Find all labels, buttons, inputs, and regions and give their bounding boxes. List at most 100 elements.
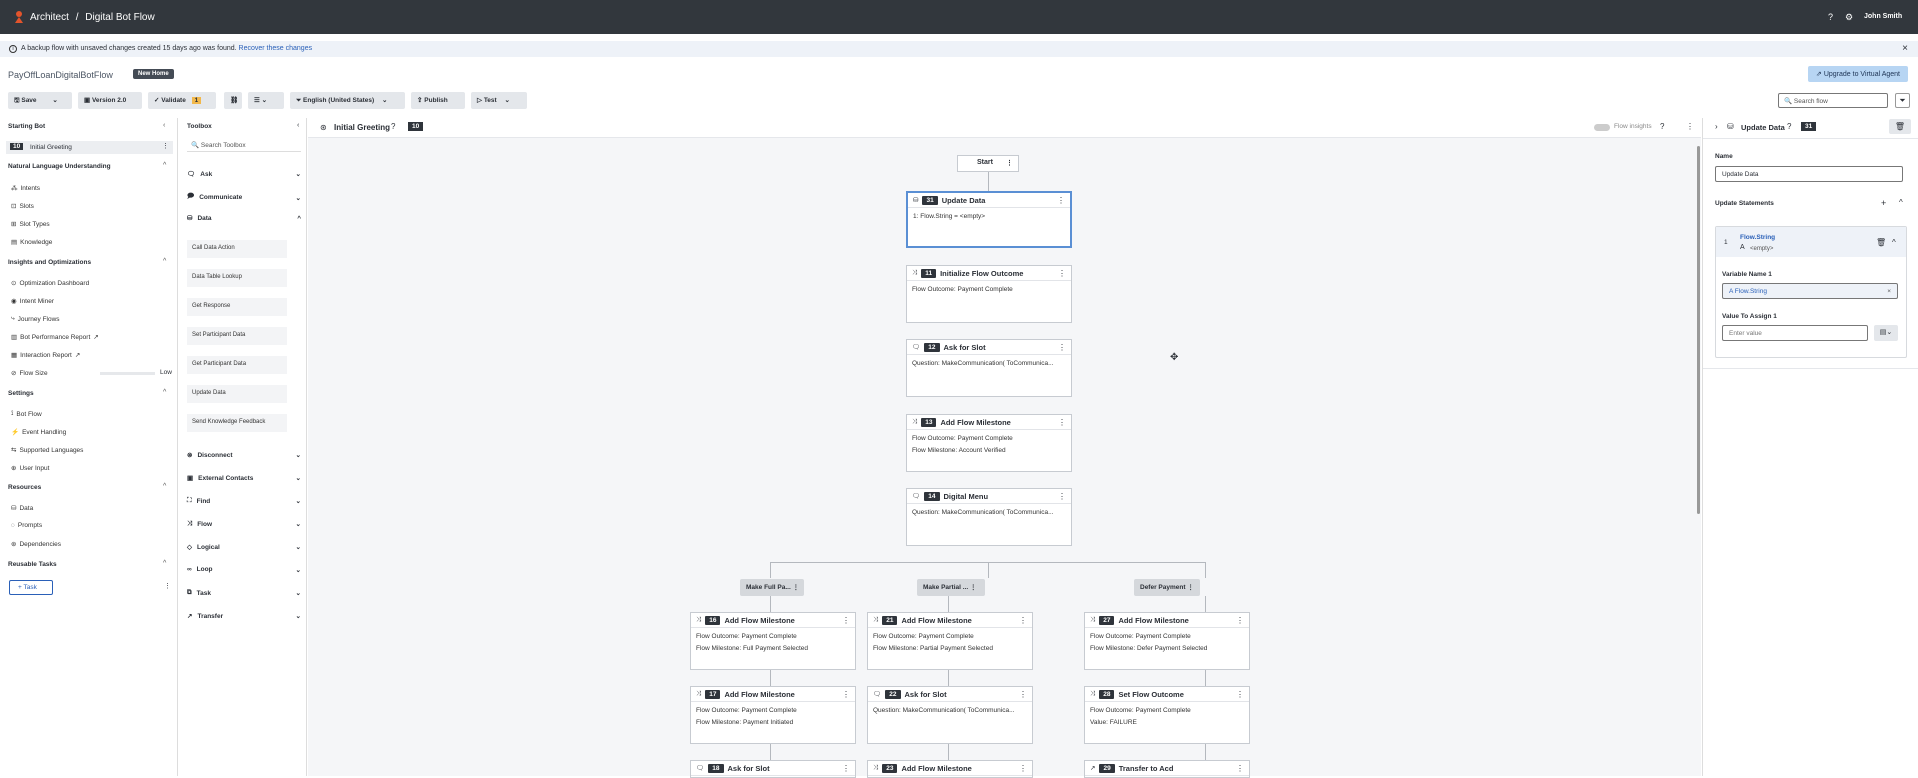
toolbox-cat-logical[interactable]: ◇ Logical ⌄: [187, 543, 301, 552]
save-button[interactable]: 🖫 Save ⌄: [8, 92, 72, 109]
flow-node-update-data[interactable]: ⛁ 31 Update Data ⋮ 1: Flow.String = <empty>: [906, 191, 1072, 248]
delete-icon[interactable]: 🗑: [1889, 119, 1911, 134]
starting-bot-item[interactable]: 10 Initial Greeting ⋮: [6, 141, 173, 154]
more-icon[interactable]: ⋮: [842, 764, 850, 773]
flow-node-ask-for-slot[interactable]: 🗨 22 Ask for Slot ⋮ Question: MakeCommunica…: [867, 686, 1033, 744]
toolbox-cat-data[interactable]: ⛁ Data ^: [187, 214, 301, 223]
help-icon[interactable]: ?: [1828, 12, 1833, 22]
nav-data[interactable]: ⛁ Data: [11, 504, 33, 513]
toolbox-cat-external-contacts[interactable]: ▣ External Contacts ⌄: [187, 474, 301, 483]
toolbox-cat-transfer[interactable]: ↗ Transfer ⌄: [187, 612, 301, 621]
start-node[interactable]: Start ⋮: [957, 155, 1019, 172]
nav-journey-flows[interactable]: ⤷ Journey Flows: [11, 315, 60, 323]
more-icon[interactable]: ⋮: [1058, 269, 1066, 278]
add-task-button[interactable]: + Task: [9, 580, 53, 595]
close-icon[interactable]: ×: [1902, 43, 1908, 54]
more-icon[interactable]: ⋮: [1236, 616, 1244, 625]
more-icon[interactable]: ⋮: [164, 582, 171, 590]
toolbox-cat-ask[interactable]: 🗨 Ask ⌄: [187, 170, 301, 179]
flow-node-transfer-to-acd[interactable]: ↗ 29 Transfer to Acd ⋮: [1084, 760, 1250, 778]
more-icon[interactable]: ⋮: [1058, 418, 1066, 427]
toolbox-cat-find[interactable]: ⛶ Find ⌄: [187, 497, 301, 505]
help-icon[interactable]: ?: [1660, 122, 1664, 131]
flow-node-add-flow-milestone[interactable]: ⤨ 17 Add Flow Milestone ⋮ Flow Outcome: Pay…: [690, 686, 856, 744]
nav-intents[interactable]: ⁂ Intents: [11, 184, 40, 193]
nav-user-input[interactable]: ⊕ User Input: [11, 464, 49, 473]
toolbox-cat-disconnect[interactable]: ⊗ Disconnect ⌄: [187, 451, 301, 460]
more-icon[interactable]: ⋮: [1058, 492, 1066, 501]
chevron-up-icon[interactable]: ^: [163, 162, 166, 169]
help-icon[interactable]: ?: [391, 122, 395, 131]
chevron-up-icon[interactable]: ^: [163, 560, 166, 567]
more-icon[interactable]: ⋮: [162, 142, 169, 150]
add-icon[interactable]: +: [1881, 198, 1886, 208]
collapse-icon[interactable]: ‹: [297, 122, 299, 129]
nav-optimization-dashboard[interactable]: ⊙ Optimization Dashboard: [11, 279, 89, 288]
more-icon[interactable]: ⋮: [1019, 690, 1027, 699]
toolbox-item-get-response[interactable]: Get Response: [187, 298, 287, 316]
collapse-icon[interactable]: ‹: [163, 122, 165, 129]
flow-node-add-flow-milestone[interactable]: ⤨ 23 Add Flow Milestone ⋮: [867, 760, 1033, 778]
nav-dependencies[interactable]: ⊛ Dependencies: [11, 540, 61, 549]
flow-node-add-flow-milestone[interactable]: ⤨ 16 Add Flow Milestone ⋮ Flow Outcome: Pay…: [690, 612, 856, 670]
filter-icon[interactable]: ⏷: [1895, 93, 1910, 108]
more-icon[interactable]: ⋮: [1236, 764, 1244, 773]
toolbox-cat-communicate[interactable]: 🗩 Communicate ⌄: [187, 192, 301, 203]
more-icon[interactable]: ⋮: [842, 616, 850, 625]
nav-slot-types[interactable]: ⊞ Slot Types: [11, 220, 50, 229]
flow-insights-toggle[interactable]: [1594, 124, 1610, 131]
chevron-up-icon[interactable]: ^: [1899, 198, 1903, 207]
publish-button[interactable]: ⇪ Publish: [411, 92, 465, 109]
test-button[interactable]: ▷ Test ⌄: [471, 92, 527, 109]
validate-button[interactable]: ✓ Validate 1: [148, 92, 216, 109]
toolbox-cat-loop[interactable]: ∞ Loop ⌄: [187, 566, 301, 574]
value-input[interactable]: Enter value: [1722, 325, 1868, 341]
flow-node-add-flow-milestone[interactable]: ⤨ 27 Add Flow Milestone ⋮ Flow Outcome: Pay…: [1084, 612, 1250, 670]
nav-slots[interactable]: ⊡ Slots: [11, 202, 34, 211]
toolbox-item-send-knowledge-feedback[interactable]: Send Knowledge Feedback: [187, 414, 287, 432]
more-icon[interactable]: ⋮: [1057, 196, 1065, 205]
flow-node-ask-for-slot[interactable]: 🗨 12 Ask for Slot ⋮ Question: MakeCommunica…: [906, 339, 1072, 397]
new-home-badge[interactable]: New Home: [133, 69, 174, 79]
help-icon[interactable]: ?: [1787, 122, 1791, 131]
nav-knowledge[interactable]: ▤ Knowledge: [11, 238, 52, 247]
recover-link[interactable]: Recover these changes: [239, 45, 313, 52]
more-icon[interactable]: ⋮: [1019, 764, 1027, 773]
more-icon[interactable]: ⋮: [1686, 122, 1694, 131]
toolbox-item-set-participant-data[interactable]: Set Participant Data: [187, 327, 287, 345]
chevron-up-icon[interactable]: ^: [163, 389, 166, 396]
gear-icon[interactable]: ⚙: [1845, 12, 1853, 23]
more-icon[interactable]: ⋮: [1019, 616, 1027, 625]
more-icon[interactable]: ⋮: [1058, 343, 1066, 352]
clear-icon[interactable]: ×: [1887, 288, 1891, 295]
chevron-up-icon[interactable]: ^: [163, 258, 166, 265]
nav-supported-languages[interactable]: ⇆ Supported Languages: [11, 446, 83, 455]
toolbox-search-input[interactable]: 🔍 Search Toolbox: [187, 138, 301, 152]
path-make-full-payment[interactable]: Make Full Pa... ⋮: [740, 579, 804, 596]
flow-canvas[interactable]: ⊛ Initial Greeting ? 10 Flow insights ? …: [308, 118, 1701, 778]
flow-node-ask-for-slot[interactable]: 🗨 18 Ask for Slot ⋮: [690, 760, 856, 778]
breadcrumb-app[interactable]: Architect: [30, 12, 69, 23]
more-icon[interactable]: ⋮: [842, 690, 850, 699]
delete-icon[interactable]: 🗑: [1876, 238, 1886, 247]
nav-prompts[interactable]: ◌ Prompts: [11, 522, 42, 529]
nav-interaction-report[interactable]: ▦ Interaction Report ↗: [11, 351, 80, 360]
variable-name-input[interactable]: A Flow.String ×: [1722, 283, 1898, 299]
toolbox-item-update-data[interactable]: Update Data: [187, 385, 287, 403]
flow-node-digital-menu[interactable]: 🗨 14 Digital Menu ⋮ Question: MakeCommunica…: [906, 488, 1072, 546]
canvas-scrollbar[interactable]: [1697, 146, 1700, 514]
flow-node-set-flow-outcome[interactable]: ⤨ 28 Set Flow Outcome ⋮ Flow Outcome: Payme…: [1084, 686, 1250, 744]
name-input[interactable]: Update Data: [1715, 166, 1903, 182]
path-defer-payment[interactable]: Defer Payment ⋮: [1134, 579, 1200, 596]
nav-intent-miner[interactable]: ◉ Intent Miner: [11, 297, 54, 306]
chevron-up-icon[interactable]: ^: [163, 483, 166, 490]
toolbox-item-data-table-lookup[interactable]: Data Table Lookup: [187, 269, 287, 287]
toolbox-cat-flow[interactable]: ⤨ Flow ⌄: [187, 520, 301, 528]
flow-node-add-flow-milestone[interactable]: ⤨ 13 Add Flow Milestone ⋮ Flow Outcome: Pay…: [906, 414, 1072, 472]
user-name[interactable]: John Smith: [1864, 13, 1902, 20]
expression-menu-icon[interactable]: ▤⌄: [1874, 325, 1898, 341]
upgrade-button[interactable]: ⇗ Upgrade to Virtual Agent: [1808, 66, 1908, 82]
flow-node-add-flow-milestone[interactable]: ⤨ 21 Add Flow Milestone ⋮ Flow Outcome: Pay…: [867, 612, 1033, 670]
link-icon[interactable]: ⛓: [224, 92, 242, 109]
toolbox-cat-task[interactable]: ⧉ Task ⌄: [187, 589, 301, 597]
